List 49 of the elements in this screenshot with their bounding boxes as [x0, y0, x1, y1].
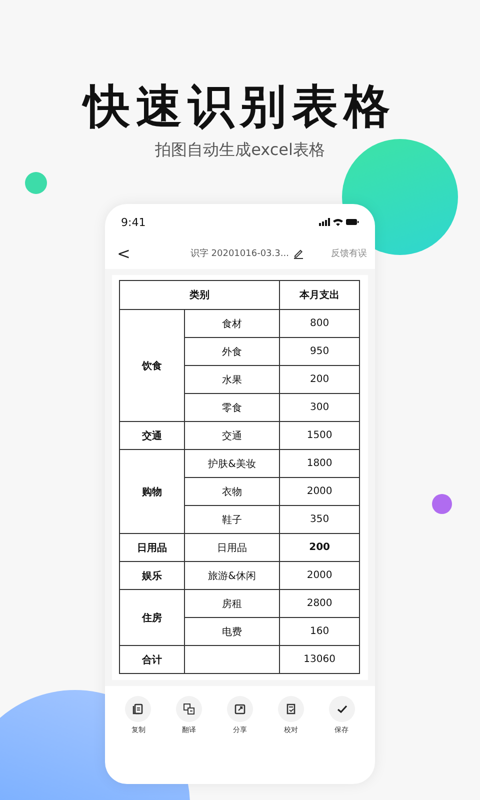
table-cell: 旅游&休闲	[184, 562, 280, 590]
translate-icon	[183, 703, 196, 715]
table-cell: 合计	[120, 646, 184, 674]
table-cell: 1500	[280, 422, 360, 450]
table-header: 类别	[120, 280, 280, 310]
table-cell: 外食	[184, 338, 280, 366]
table-cell: 住房	[120, 590, 184, 646]
table-cell: 交通	[120, 422, 184, 450]
table-header: 本月支出	[280, 280, 360, 310]
table-cell: 衣物	[184, 478, 280, 506]
table-cell: 160	[280, 618, 360, 646]
back-button[interactable]: <	[113, 244, 134, 263]
table-cell: 食材	[184, 310, 280, 338]
table-cell: 日用品	[120, 534, 184, 562]
decorative-circle	[432, 494, 452, 514]
feedback-link[interactable]: 反馈有误	[331, 247, 367, 260]
table-cell: 1800	[280, 450, 360, 478]
copy-icon	[132, 703, 144, 715]
checkmark-icon	[336, 703, 348, 715]
table-cell: 饮食	[120, 310, 184, 422]
table-cell: 电费	[184, 618, 280, 646]
table-cell: 房租	[184, 590, 280, 618]
status-icons	[319, 217, 359, 227]
table-cell: 娱乐	[120, 562, 184, 590]
table-cell: 950	[280, 338, 360, 366]
table-cell: 200	[280, 366, 360, 394]
headline: 快速识别表格	[84, 78, 396, 134]
table-cell: 购物	[120, 450, 184, 534]
edit-icon[interactable]	[292, 248, 304, 259]
table-cell: 水果	[184, 366, 280, 394]
table-cell: 鞋子	[184, 506, 280, 534]
table-cell: 交通	[184, 422, 280, 450]
table-cell: 护肤&美妆	[184, 450, 280, 478]
share-icon	[234, 703, 246, 715]
table-cell: 2000	[280, 562, 360, 590]
table-cell: 2800	[280, 590, 360, 618]
table-cell: 日用品	[184, 534, 280, 562]
table-cell: 350	[280, 506, 360, 534]
table-cell: 零食	[184, 394, 280, 422]
table-cell: 13060	[280, 646, 360, 674]
decorative-circle	[25, 172, 47, 194]
status-time: 9:41	[121, 216, 146, 228]
subtitle: 拍图自动生成excel表格	[155, 140, 325, 161]
table-cell: 300	[280, 394, 360, 422]
table-cell: 800	[280, 310, 360, 338]
table-cell: 200	[280, 534, 360, 562]
table-cell: 2000	[280, 478, 360, 506]
document-title: 识字 20201016-03.3...	[190, 248, 289, 260]
document-check-icon	[284, 703, 297, 715]
